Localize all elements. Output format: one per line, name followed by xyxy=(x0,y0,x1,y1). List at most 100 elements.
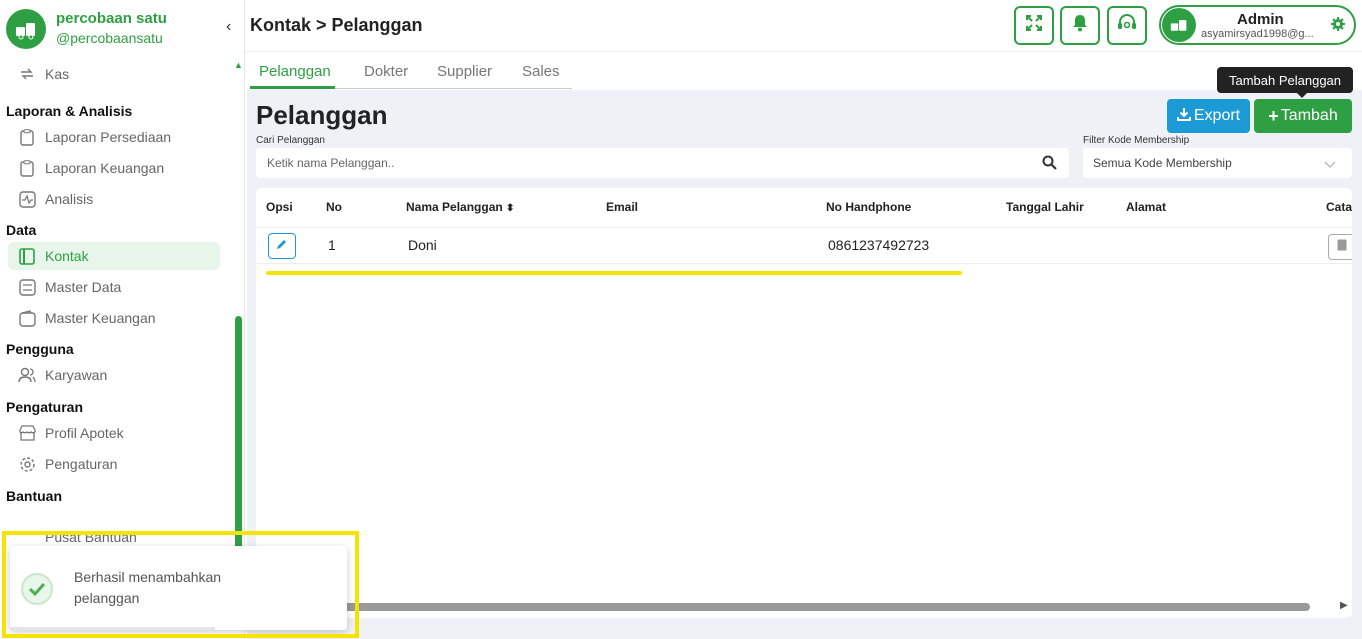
contact-book-icon xyxy=(18,247,36,265)
section-title: Bantuan xyxy=(6,488,62,504)
sidebar-item-kas[interactable]: Kas xyxy=(8,60,220,88)
column-header: Email xyxy=(606,200,639,214)
column-header-sortable[interactable]: Nama Pelanggan ⬍ xyxy=(406,200,514,214)
header-divider xyxy=(256,227,1352,228)
user-profile[interactable]: Admin asyamirsyad1998@g... xyxy=(1159,5,1356,45)
sidebar-item-label: Kas xyxy=(45,66,70,82)
gear-icon[interactable] xyxy=(1331,17,1345,36)
search-placeholder: Ketik nama Pelanggan.. xyxy=(267,156,395,170)
sidebar-item-label: Kontak xyxy=(45,248,89,264)
sidebar-item-label: Analisis xyxy=(45,191,94,207)
fullscreen-button[interactable] xyxy=(1014,6,1054,45)
brand-logo xyxy=(6,9,46,49)
plus-icon: + xyxy=(1268,105,1279,126)
cell-handphone: 0861237492723 xyxy=(828,237,930,253)
search-input[interactable]: Ketik nama Pelanggan.. xyxy=(256,148,1069,178)
sidebar-item-master-keuangan[interactable]: Master Keuangan xyxy=(8,304,220,332)
sidebar-item-label: Karyawan xyxy=(45,367,108,383)
sidebar-item-label: Master Keuangan xyxy=(45,310,156,326)
user-email: asyamirsyad1998@g... xyxy=(1201,28,1314,40)
scroll-right-icon[interactable]: ▶ xyxy=(1340,600,1348,611)
membership-filter-select[interactable]: Semua Kode Membership xyxy=(1083,148,1352,178)
filter-value: Semua Kode Membership xyxy=(1093,156,1232,170)
sidebar-menu: Kas Laporan & Analisis Laporan Persediaa… xyxy=(0,56,232,506)
download-icon xyxy=(1176,107,1191,126)
sidebar-item-label: Laporan Keuangan xyxy=(45,160,165,176)
sidebar-item-laporan-keuangan[interactable]: Laporan Keuangan xyxy=(8,154,220,182)
toast-highlight-box xyxy=(2,531,359,638)
sidebar-item-label: Profil Apotek xyxy=(45,425,124,441)
support-button[interactable] xyxy=(1107,6,1147,45)
collapse-sidebar-icon[interactable]: ‹ xyxy=(226,18,231,36)
sidebar-item-label: Pengaturan xyxy=(45,456,118,472)
note-icon xyxy=(1337,238,1347,256)
section-title: Laporan & Analisis xyxy=(6,103,133,119)
top-bar: Kontak > Pelanggan Admin asyamirsyad1998… xyxy=(245,0,1362,52)
column-header-label: Nama Pelanggan xyxy=(406,200,503,214)
section-title: Data xyxy=(6,222,37,238)
sidebar-item-analisis[interactable]: Analisis xyxy=(8,185,220,213)
filter-label: Filter Kode Membership xyxy=(1083,135,1190,146)
breadcrumb: Kontak > Pelanggan xyxy=(250,15,423,35)
activity-icon xyxy=(18,190,36,208)
avatar xyxy=(1162,8,1196,42)
sidebar-item-profil-apotek[interactable]: Profil Apotek xyxy=(8,419,220,447)
headset-icon xyxy=(1117,14,1137,37)
column-header: Alamat xyxy=(1126,200,1167,214)
gear-icon xyxy=(18,455,36,473)
search-label: Cari Pelanggan xyxy=(256,135,325,146)
column-header: No xyxy=(326,200,342,214)
store-icon xyxy=(18,424,36,442)
transfer-icon xyxy=(18,65,36,83)
brand-name: percobaan satu xyxy=(56,10,167,27)
tab-supplier[interactable]: Supplier xyxy=(437,63,492,80)
note-button[interactable] xyxy=(1328,234,1352,260)
sidebar-item-laporan-persediaan[interactable]: Laporan Persediaan xyxy=(8,123,220,151)
cell-no: 1 xyxy=(328,237,336,253)
horizontal-scrollbar[interactable] xyxy=(344,603,1310,611)
active-tab-indicator xyxy=(250,86,335,89)
export-button[interactable]: Export xyxy=(1167,99,1250,133)
cell-nama: Doni xyxy=(408,237,437,253)
sidebar-item-karyawan[interactable]: Karyawan xyxy=(8,361,220,389)
column-header: Cata xyxy=(1326,200,1352,214)
tab-dokter[interactable]: Dokter xyxy=(364,63,408,80)
section-title: Pengaturan xyxy=(6,399,84,415)
users-icon xyxy=(18,366,36,384)
column-header: Opsi xyxy=(266,200,293,214)
search-icon[interactable] xyxy=(1042,155,1057,175)
section-title: Pengguna xyxy=(6,341,74,357)
notification-button[interactable] xyxy=(1060,6,1100,45)
database-icon xyxy=(18,278,36,296)
add-label: Tambah xyxy=(1280,107,1338,124)
export-label: Export xyxy=(1193,107,1241,124)
main-content: Pelanggan Tambah Pelanggan Export + Tamb… xyxy=(247,67,1362,639)
sidebar-scrollbar-thumb[interactable] xyxy=(235,316,242,556)
sidebar-item-pengaturan[interactable]: Pengaturan xyxy=(8,450,220,478)
highlight-underline xyxy=(266,271,962,275)
scroll-up-icon[interactable]: ▲ xyxy=(234,60,243,70)
tab-sales[interactable]: Sales xyxy=(522,63,560,80)
brand-handle: @percobaansatu xyxy=(56,30,163,46)
sort-icon: ⬍ xyxy=(506,203,515,214)
sidebar-item-master-data[interactable]: Master Data xyxy=(8,273,220,301)
row-divider xyxy=(256,263,1352,264)
tooltip: Tambah Pelanggan xyxy=(1217,67,1353,98)
brand[interactable]: percobaan satu @percobaansatu xyxy=(6,8,167,50)
edit-icon xyxy=(276,237,288,255)
tab-pelanggan[interactable]: Pelanggan xyxy=(259,63,331,80)
user-name: Admin xyxy=(1237,11,1284,28)
add-customer-button[interactable]: + Tambah xyxy=(1254,99,1352,133)
clipboard-icon xyxy=(18,128,36,146)
page-title: Pelanggan xyxy=(256,100,388,130)
tab-bar: Pelanggan Dokter Supplier Sales xyxy=(245,52,1362,90)
customer-table: Opsi No Nama Pelanggan ⬍ Email No Handph… xyxy=(256,188,1352,618)
clipboard-icon xyxy=(18,159,36,177)
sidebar-item-kontak[interactable]: Kontak xyxy=(8,242,220,270)
edit-button[interactable] xyxy=(268,233,296,259)
bell-icon xyxy=(1072,14,1088,37)
chevron-down-icon xyxy=(1323,156,1337,174)
sidebar-item-label: Laporan Persediaan xyxy=(45,129,172,145)
fullscreen-icon xyxy=(1025,14,1043,37)
column-header: Tanggal Lahir xyxy=(1006,200,1084,214)
